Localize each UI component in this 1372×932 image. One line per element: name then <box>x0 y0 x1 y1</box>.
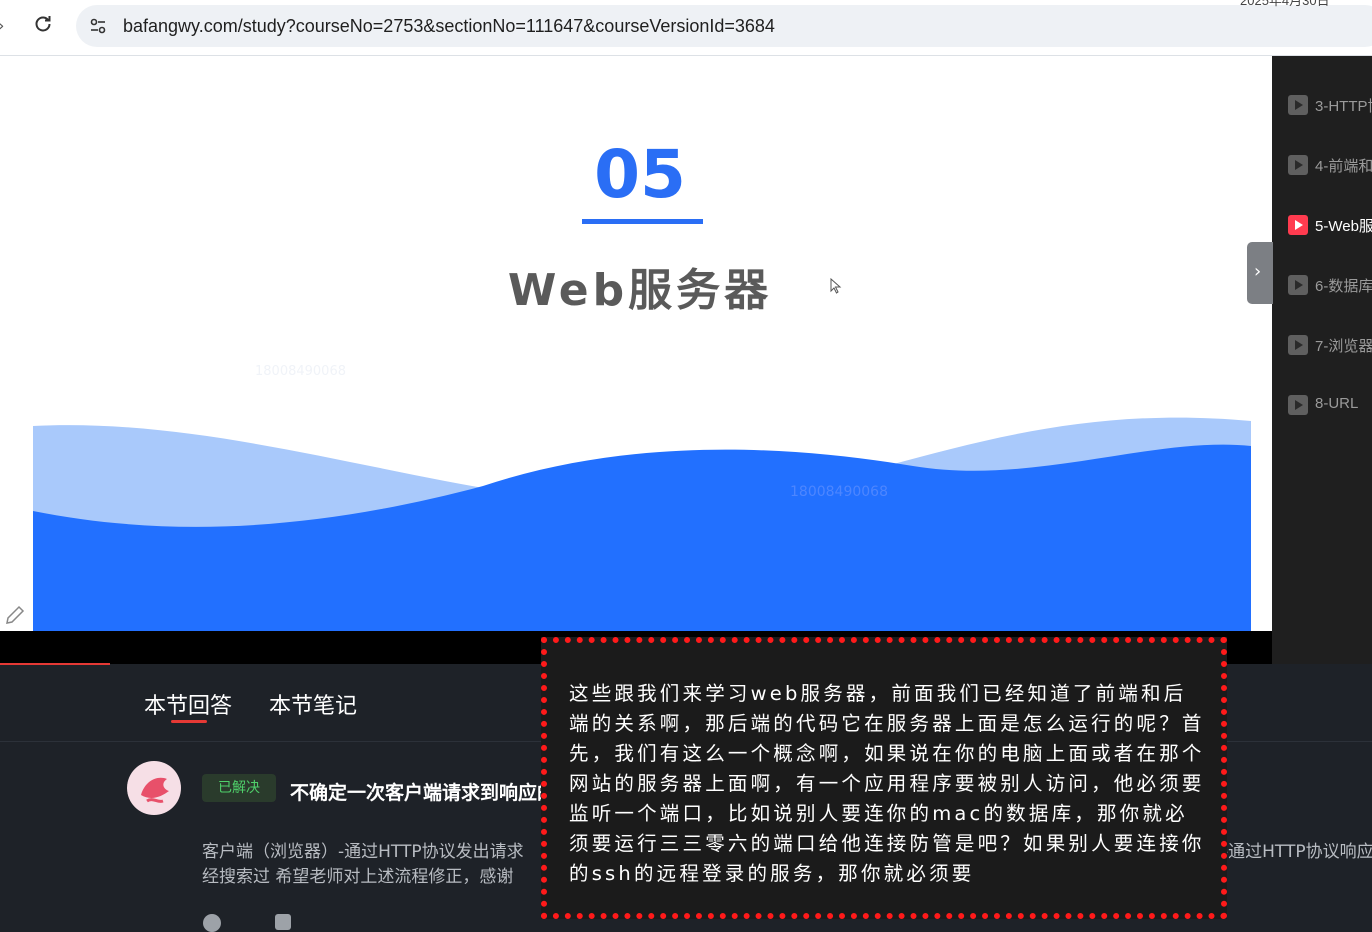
sidebar-toggle-button[interactable]: › <box>1247 242 1273 304</box>
question-body: 客户端（浏览器）-通过HTTP协议发出请求 <box>202 842 524 862</box>
active-tab-indicator <box>171 720 207 723</box>
playlist-item-5[interactable]: 5-Web服 <box>1288 214 1372 236</box>
url-text[interactable]: bafangwy.com/study?courseNo=2753&section… <box>123 15 775 37</box>
play-icon <box>1288 155 1308 175</box>
playlist-item-7[interactable]: 7-浏览器 <box>1288 334 1372 356</box>
watermark: 18008490068 <box>255 364 346 379</box>
chevron-right-icon: › <box>1254 261 1262 282</box>
taskbar-date: 2025年4月30日 <box>1240 0 1330 8</box>
play-icon <box>1288 275 1308 295</box>
address-bar[interactable]: bafangwy.com/study?courseNo=2753&section… <box>76 5 1372 47</box>
playlist-item-6[interactable]: 6-数据库 <box>1288 274 1372 296</box>
playlist-item-label: 6-数据库 <box>1315 278 1372 295</box>
pencil-icon[interactable] <box>4 604 26 626</box>
playlist-item-label: 3-HTTP协 <box>1315 98 1372 115</box>
status-badge: 已解决 <box>202 774 276 802</box>
play-icon <box>1288 95 1308 115</box>
playlist-item-label: 8-URL <box>1315 395 1359 412</box>
reload-icon[interactable] <box>31 14 55 38</box>
slide-number: 05 <box>594 136 686 213</box>
wave-decoration <box>33 417 1251 631</box>
forward-arrow-icon[interactable]: › <box>0 16 10 36</box>
playlist-item-label: 5-Web服 <box>1315 218 1372 235</box>
play-icon <box>1288 335 1308 355</box>
playlist-item-label: 4-前端和 <box>1315 158 1372 175</box>
playlist-item-4[interactable]: 4-前端和 <box>1288 154 1372 176</box>
video-player[interactable]: 05 Web服务器 18008490068 18008490068 <box>0 56 1272 664</box>
tab-answers[interactable]: 本节回答 <box>144 688 232 720</box>
comment-icon[interactable] <box>275 914 291 930</box>
watermark: 18008490068 <box>790 484 888 500</box>
slide-title: Web服务器 <box>507 265 773 316</box>
playlist-item-8[interactable]: 8-URL <box>1288 394 1372 416</box>
playlist-item-label: 7-浏览器 <box>1315 338 1372 355</box>
play-icon <box>1288 215 1308 235</box>
subtitle-text: 这些跟我们来学习web服务器，前面我们已经知道了前端和后端的关系啊，那后端的代码… <box>569 682 1205 885</box>
slide-underline <box>582 219 703 224</box>
avatar[interactable] <box>127 761 181 815</box>
like-icon[interactable] <box>203 914 221 932</box>
mouse-cursor-icon <box>830 277 842 294</box>
subtitle-overlay: 这些跟我们来学习web服务器，前面我们已经知道了前端和后端的关系啊，那后端的代码… <box>541 637 1227 919</box>
play-icon <box>1288 395 1308 415</box>
question-body: -通过HTTP协议响应 <box>1222 842 1372 862</box>
playlist-sidebar: 3-HTTP协 4-前端和 5-Web服 6-数据库 7-浏览器 8-URL <box>1272 56 1372 664</box>
playlist-item-3[interactable]: 3-HTTP协 <box>1288 94 1372 116</box>
browser-toolbar: › bafangwy.com/study?courseNo=2753&secti… <box>0 0 1372 56</box>
site-settings-icon[interactable] <box>88 16 108 36</box>
tab-notes[interactable]: 本节笔记 <box>269 688 357 720</box>
question-body: 经搜索过 希望老师对上述流程修正，感谢 <box>202 867 514 887</box>
